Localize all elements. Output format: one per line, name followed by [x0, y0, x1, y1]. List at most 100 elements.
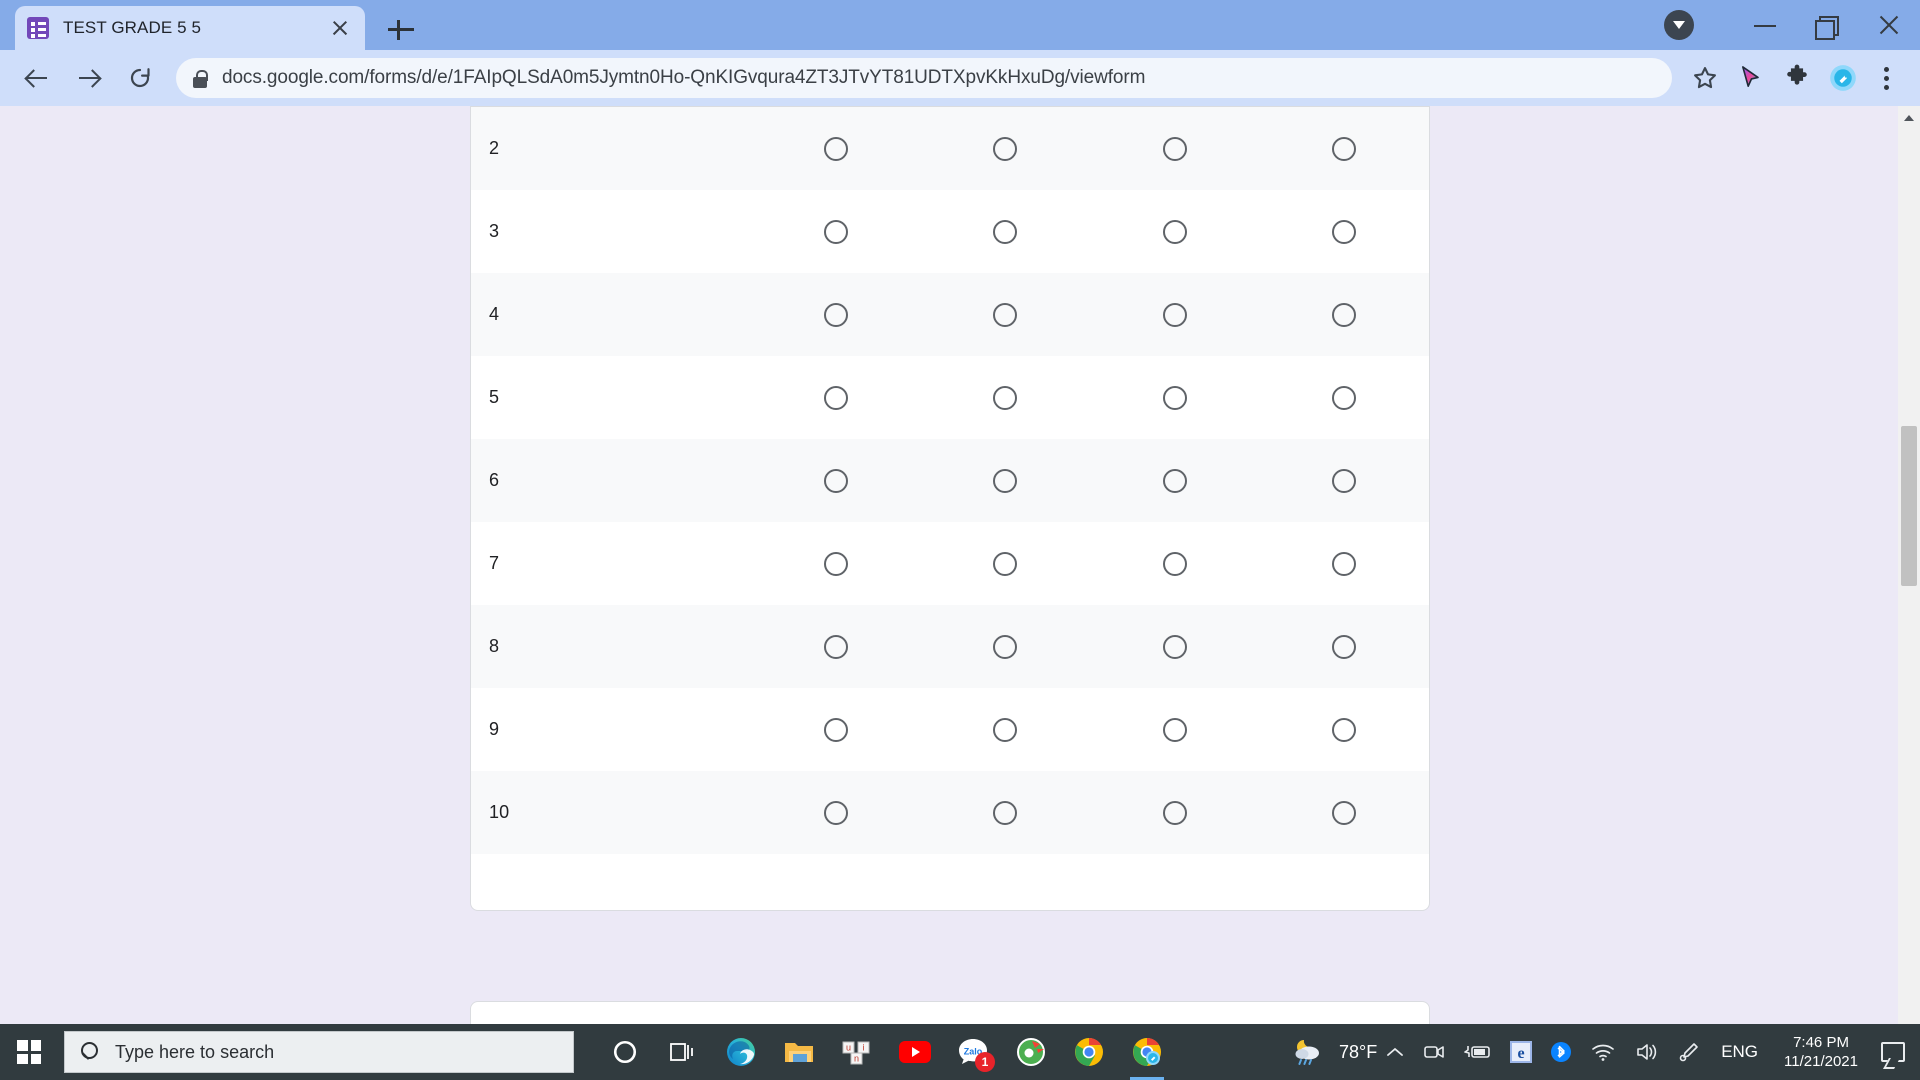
grid-cell[interactable] [751, 717, 921, 742]
radio-button[interactable] [1162, 136, 1187, 161]
battery-charging-icon[interactable] [1455, 1024, 1501, 1080]
grid-cell[interactable] [751, 468, 921, 493]
radio-button[interactable] [823, 219, 848, 244]
scroll-up-icon[interactable] [1898, 106, 1920, 128]
grid-cell[interactable] [751, 219, 921, 244]
radio-button[interactable] [1162, 302, 1187, 327]
grid-cell[interactable] [1260, 468, 1430, 493]
back-icon[interactable] [14, 56, 58, 100]
radio-button[interactable] [1162, 468, 1187, 493]
download-indicator-icon[interactable] [1664, 10, 1694, 40]
show-hidden-icons-chevron[interactable] [1377, 1024, 1413, 1080]
radio-button[interactable] [1332, 634, 1357, 659]
grid-cell[interactable] [1260, 219, 1430, 244]
file-explorer-icon[interactable] [770, 1024, 828, 1080]
grid-cell[interactable] [751, 136, 921, 161]
grid-cell[interactable] [1090, 468, 1260, 493]
radio-button[interactable] [993, 634, 1018, 659]
chrome-menu-icon[interactable] [1866, 55, 1906, 101]
grid-cell[interactable] [1260, 551, 1430, 576]
grid-cell[interactable] [751, 800, 921, 825]
grid-cell[interactable] [921, 136, 1091, 161]
radio-button[interactable] [1162, 551, 1187, 576]
radio-button[interactable] [823, 717, 848, 742]
radio-button[interactable] [993, 219, 1018, 244]
browser-tab[interactable]: TEST GRADE 5 5 [15, 6, 365, 50]
grid-cell[interactable] [751, 302, 921, 327]
radio-button[interactable] [993, 468, 1018, 493]
volume-icon[interactable] [1625, 1024, 1669, 1080]
close-icon[interactable] [1858, 0, 1920, 50]
grid-cell[interactable] [1090, 136, 1260, 161]
new-tab-button[interactable] [385, 14, 417, 46]
cortana-icon[interactable] [596, 1024, 654, 1080]
radio-button[interactable] [993, 136, 1018, 161]
extensions-puzzle-icon[interactable] [1774, 55, 1820, 101]
radio-button[interactable] [993, 302, 1018, 327]
radio-button[interactable] [823, 302, 848, 327]
grid-cell[interactable] [1260, 717, 1430, 742]
recorder-icon[interactable] [1002, 1024, 1060, 1080]
night-rain-icon[interactable] [1281, 1024, 1333, 1080]
grid-cell[interactable] [1090, 800, 1260, 825]
grid-cell[interactable] [751, 634, 921, 659]
grid-cell[interactable] [751, 551, 921, 576]
radio-button[interactable] [823, 551, 848, 576]
radio-button[interactable] [1162, 385, 1187, 410]
minimize-icon[interactable] [1734, 0, 1796, 50]
address-bar[interactable]: docs.google.com/forms/d/e/1FAIpQLSdA0m5J… [176, 58, 1672, 98]
windows-start-icon[interactable] [0, 1024, 58, 1080]
zalo-icon[interactable]: Zalo 1 [944, 1024, 1002, 1080]
e-app-icon[interactable]: e [1501, 1024, 1541, 1080]
grid-cell[interactable] [1090, 302, 1260, 327]
radio-button[interactable] [1162, 634, 1187, 659]
taskbar-search-input[interactable]: Type here to search [64, 1031, 574, 1073]
grid-cell[interactable] [921, 800, 1091, 825]
radio-button[interactable] [1332, 468, 1357, 493]
grid-cell[interactable] [1090, 385, 1260, 410]
bluetooth-icon[interactable] [1541, 1024, 1581, 1080]
camera-icon[interactable] [1413, 1024, 1455, 1080]
tab-close-icon[interactable] [327, 15, 353, 41]
weather-temperature[interactable]: 78°F [1333, 1042, 1377, 1063]
grid-cell[interactable] [1090, 717, 1260, 742]
reload-icon[interactable] [118, 56, 162, 100]
unikey-icon[interactable]: u i n [828, 1024, 886, 1080]
grid-cell[interactable] [921, 634, 1091, 659]
grid-cell[interactable] [921, 468, 1091, 493]
radio-button[interactable] [1162, 800, 1187, 825]
radio-button[interactable] [993, 717, 1018, 742]
taskbar-clock[interactable]: 7:46 PM 11/21/2021 [1770, 1033, 1872, 1071]
grid-cell[interactable] [1260, 385, 1430, 410]
radio-button[interactable] [993, 385, 1018, 410]
grid-cell[interactable] [921, 302, 1091, 327]
radio-button[interactable] [1332, 385, 1357, 410]
google-chrome-icon[interactable] [1060, 1024, 1118, 1080]
page-scrollbar[interactable] [1898, 106, 1920, 1024]
profile-avatar-icon[interactable] [1820, 55, 1866, 101]
grid-cell[interactable] [1260, 634, 1430, 659]
radio-button[interactable] [1332, 717, 1357, 742]
maximize-icon[interactable] [1796, 0, 1858, 50]
radio-button[interactable] [993, 551, 1018, 576]
grid-cell[interactable] [1260, 136, 1430, 161]
grid-cell[interactable] [921, 551, 1091, 576]
grid-cell[interactable] [1090, 634, 1260, 659]
grid-cell[interactable] [1090, 219, 1260, 244]
radio-button[interactable] [1162, 219, 1187, 244]
radio-button[interactable] [1332, 551, 1357, 576]
bookmark-star-icon[interactable] [1682, 55, 1728, 101]
radio-button[interactable] [823, 634, 848, 659]
grid-cell[interactable] [921, 385, 1091, 410]
radio-button[interactable] [1332, 302, 1357, 327]
radio-button[interactable] [1332, 219, 1357, 244]
radio-button[interactable] [823, 468, 848, 493]
task-view-icon[interactable] [654, 1024, 712, 1080]
grid-cell[interactable] [1260, 302, 1430, 327]
grid-cell[interactable] [1090, 551, 1260, 576]
notification-icon[interactable] [1872, 1024, 1914, 1080]
radio-button[interactable] [823, 800, 848, 825]
grid-cell[interactable] [1260, 800, 1430, 825]
wifi-icon[interactable] [1581, 1024, 1625, 1080]
language-indicator[interactable]: ENG [1709, 1042, 1770, 1062]
